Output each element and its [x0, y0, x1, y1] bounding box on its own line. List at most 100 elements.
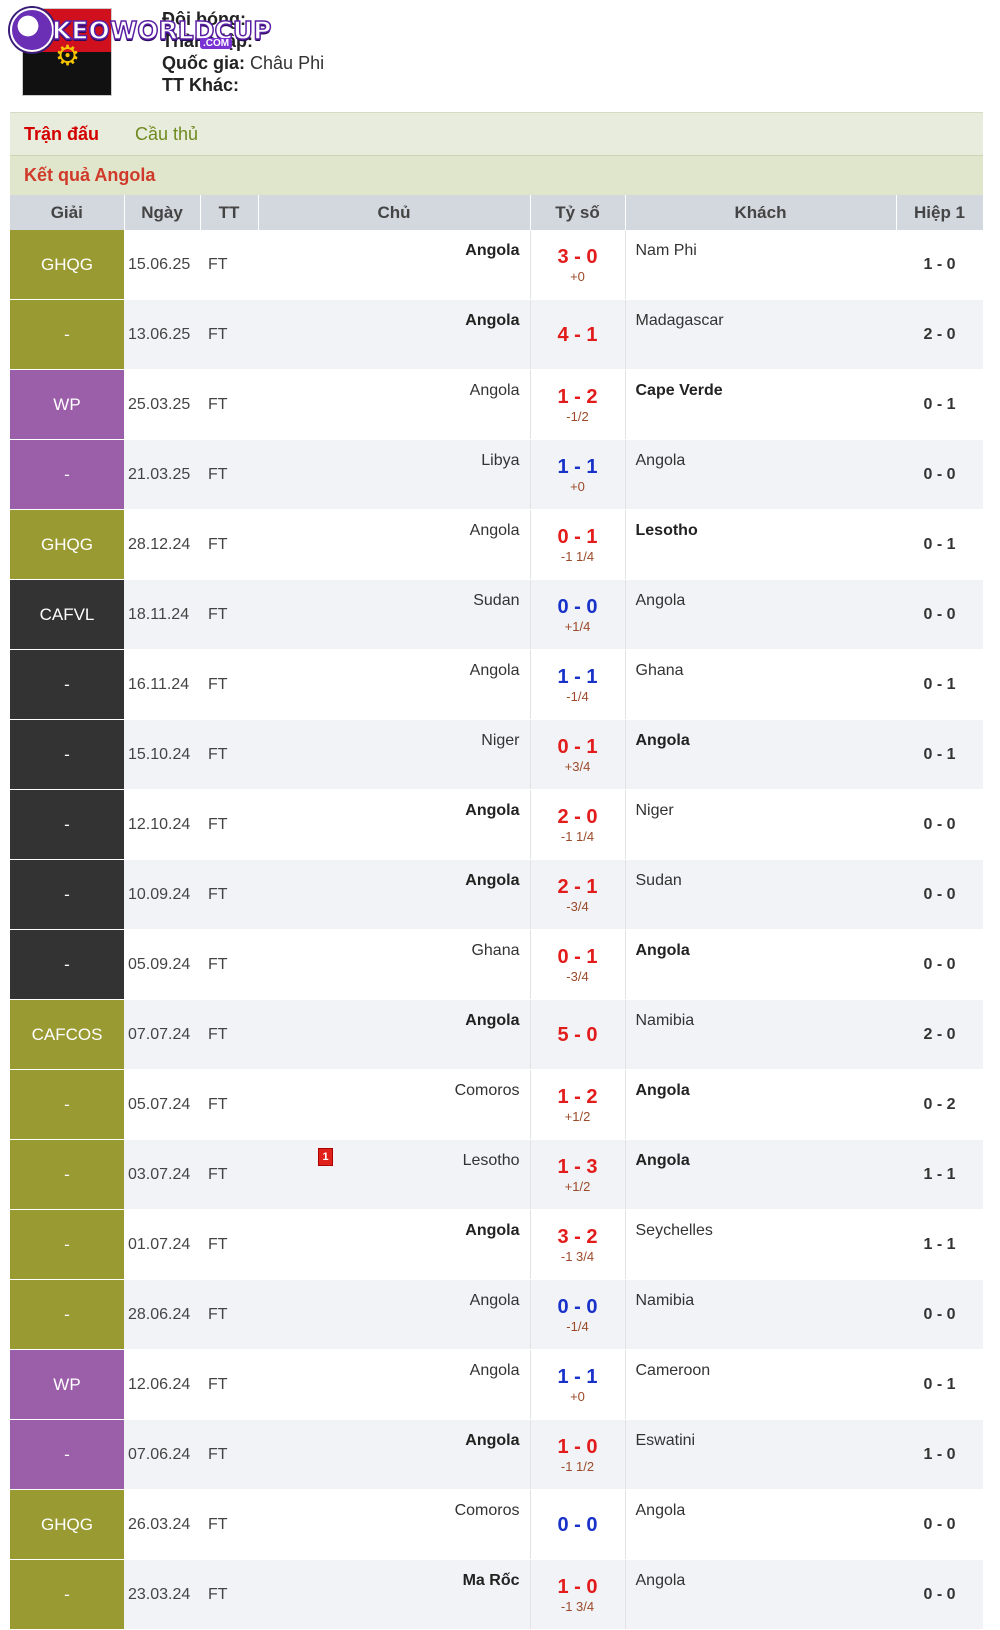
site-logo[interactable]: KEOWORLDCUP .COM: [10, 8, 272, 52]
league-cell[interactable]: -: [10, 1069, 124, 1140]
home-team-cell[interactable]: Angola: [258, 230, 530, 300]
away-team-cell[interactable]: Nam Phi: [625, 230, 896, 300]
away-team-cell[interactable]: Angola: [625, 1489, 896, 1560]
league-cell[interactable]: -: [10, 1279, 124, 1350]
table-row[interactable]: CAFCOS 07.07.24 FT Angola 5 - 0 Namibia 2 - 0: [10, 999, 983, 1070]
tab-players[interactable]: Cầu thủ: [135, 124, 198, 145]
away-team-cell[interactable]: Lesotho: [625, 509, 896, 580]
score-cell[interactable]: 3 - 2 -1 3/4: [529, 1209, 626, 1280]
home-team-cell[interactable]: Angola: [258, 789, 530, 860]
home-team-cell[interactable]: Sudan: [258, 579, 530, 650]
away-team-cell[interactable]: Angola: [625, 579, 896, 650]
score-cell[interactable]: 1 - 1 +0: [529, 439, 626, 510]
league-cell[interactable]: -: [10, 859, 124, 930]
home-team-cell[interactable]: Comoros: [258, 1069, 530, 1140]
home-team-cell[interactable]: Niger: [258, 719, 530, 790]
home-team-cell[interactable]: Angola: [258, 1209, 530, 1280]
league-cell[interactable]: GHQG: [10, 230, 124, 300]
home-team-cell[interactable]: Angola: [258, 369, 530, 440]
table-row[interactable]: -12.10.24 FT Angola 2 - 0 -1 1/4 Niger 0 - 0: [10, 789, 983, 860]
score-cell[interactable]: 1 - 0 -1 3/4: [529, 1559, 626, 1630]
home-team-cell[interactable]: Angola: [258, 859, 530, 930]
table-row[interactable]: GHQG 15.06.25 FT Angola 3 - 0 +0 Nam Phi 1 - 0: [10, 230, 983, 300]
table-row[interactable]: GHQG 28.12.24 FT Angola 0 - 1 -1 1/4 Lesotho 0 …: [10, 509, 983, 580]
score-cell[interactable]: 2 - 1 -3/4: [529, 859, 626, 930]
league-cell[interactable]: WP: [10, 369, 124, 440]
league-cell[interactable]: GHQG: [10, 1489, 124, 1560]
league-cell[interactable]: -: [10, 439, 124, 510]
table-row[interactable]: WP 12.06.24 FT Angola 1 - 1 +0 Cameroon 0 - 1: [10, 1349, 983, 1420]
home-team-cell[interactable]: Libya: [258, 439, 530, 510]
home-team-cell[interactable]: Angola: [258, 999, 530, 1070]
tab-matches[interactable]: Trận đấu: [24, 124, 99, 145]
table-row[interactable]: -01.07.24 FT Angola 3 - 2 -1 3/4 Seychelles 1 …: [10, 1209, 983, 1280]
away-team-cell[interactable]: Angola: [625, 929, 896, 1000]
table-row[interactable]: -03.07.24 FT 1 Lesotho 1 - 3 +1/2 Angola 1 - 1: [10, 1139, 983, 1210]
away-team-cell[interactable]: Namibia: [625, 999, 896, 1070]
score-cell[interactable]: 1 - 1 +0: [529, 1349, 626, 1420]
home-team-cell[interactable]: Angola: [258, 509, 530, 580]
league-cell[interactable]: WP: [10, 1349, 124, 1420]
home-team-cell[interactable]: 1 Lesotho: [258, 1139, 530, 1210]
league-cell[interactable]: -: [10, 1209, 124, 1280]
league-cell[interactable]: CAFCOS: [10, 999, 124, 1070]
score-cell[interactable]: 1 - 0 -1 1/2: [529, 1419, 626, 1490]
home-team-cell[interactable]: Angola: [258, 649, 530, 720]
away-team-cell[interactable]: Seychelles: [625, 1209, 896, 1280]
score-cell[interactable]: 1 - 2 +1/2: [529, 1069, 626, 1140]
table-row[interactable]: CAFVL 18.11.24 FT Sudan 0 - 0 +1/4 Angola 0 - 0: [10, 579, 983, 650]
away-team-cell[interactable]: Angola: [625, 439, 896, 510]
away-team-cell[interactable]: Eswatini: [625, 1419, 896, 1490]
league-cell[interactable]: -: [10, 299, 124, 370]
league-cell[interactable]: -: [10, 719, 124, 790]
league-cell[interactable]: -: [10, 1419, 124, 1490]
home-team-cell[interactable]: Angola: [258, 1349, 530, 1420]
away-team-cell[interactable]: Sudan: [625, 859, 896, 930]
table-row[interactable]: -05.07.24 FT Comoros 1 - 2 +1/2 Angola 0 - 2: [10, 1069, 983, 1140]
score-cell[interactable]: 1 - 1 -1/4: [529, 649, 626, 720]
table-row[interactable]: -23.03.24 FT Ma Rốc 1 - 0 -1 3/4 Angola 0 - 0: [10, 1559, 983, 1630]
table-row[interactable]: -10.09.24 FT Angola 2 - 1 -3/4 Sudan 0 - 0: [10, 859, 983, 930]
table-row[interactable]: WP 25.03.25 FT Angola 1 - 2 -1/2 Cape Verde 0 -…: [10, 369, 983, 440]
home-team-cell[interactable]: Comoros: [258, 1489, 530, 1560]
away-team-cell[interactable]: Ghana: [625, 649, 896, 720]
away-team-cell[interactable]: Angola: [625, 1559, 896, 1630]
score-cell[interactable]: 3 - 0 +0: [529, 230, 626, 300]
score-cell[interactable]: 2 - 0 -1 1/4: [529, 789, 626, 860]
away-team-cell[interactable]: Madagascar: [625, 299, 896, 370]
home-team-cell[interactable]: Ma Rốc: [258, 1559, 530, 1630]
score-cell[interactable]: 4 - 1: [529, 299, 626, 370]
away-team-cell[interactable]: Cameroon: [625, 1349, 896, 1420]
score-cell[interactable]: 0 - 1 -3/4: [529, 929, 626, 1000]
table-row[interactable]: -15.10.24 FT Niger 0 - 1 +3/4 Angola 0 - 1: [10, 719, 983, 790]
away-team-cell[interactable]: Angola: [625, 1139, 896, 1210]
home-team-cell[interactable]: Angola: [258, 1279, 530, 1350]
home-team-cell[interactable]: Angola: [258, 299, 530, 370]
score-cell[interactable]: 0 - 0: [529, 1489, 626, 1560]
away-team-cell[interactable]: Angola: [625, 1069, 896, 1140]
table-row[interactable]: -05.09.24 FT Ghana 0 - 1 -3/4 Angola 0 - 0: [10, 929, 983, 1000]
score-cell[interactable]: 1 - 3 +1/2: [529, 1139, 626, 1210]
table-row[interactable]: -16.11.24 FT Angola 1 - 1 -1/4 Ghana 0 - 1: [10, 649, 983, 720]
league-cell[interactable]: -: [10, 1559, 124, 1630]
score-cell[interactable]: 5 - 0: [529, 999, 626, 1070]
table-row[interactable]: -28.06.24 FT Angola 0 - 0 -1/4 Namibia 0 - 0: [10, 1279, 983, 1350]
score-cell[interactable]: 0 - 1 -1 1/4: [529, 509, 626, 580]
away-team-cell[interactable]: Niger: [625, 789, 896, 860]
home-team-cell[interactable]: Angola: [258, 1419, 530, 1490]
league-cell[interactable]: -: [10, 649, 124, 720]
score-cell[interactable]: 0 - 1 +3/4: [529, 719, 626, 790]
league-cell[interactable]: CAFVL: [10, 579, 124, 650]
home-team-cell[interactable]: Ghana: [258, 929, 530, 1000]
table-row[interactable]: -07.06.24 FT Angola 1 - 0 -1 1/2 Eswatini 1 - …: [10, 1419, 983, 1490]
table-row[interactable]: -13.06.25 FT Angola 4 - 1 Madagascar 2 - 0: [10, 299, 983, 370]
score-cell[interactable]: 0 - 0 +1/4: [529, 579, 626, 650]
league-cell[interactable]: -: [10, 1139, 124, 1210]
away-team-cell[interactable]: Namibia: [625, 1279, 896, 1350]
table-row[interactable]: -21.03.25 FT Libya 1 - 1 +0 Angola 0 - 0: [10, 439, 983, 510]
away-team-cell[interactable]: Angola: [625, 719, 896, 790]
table-row[interactable]: GHQG 26.03.24 FT Comoros 0 - 0 Angola 0 - 0: [10, 1489, 983, 1560]
away-team-cell[interactable]: Cape Verde: [625, 369, 896, 440]
league-cell[interactable]: GHQG: [10, 509, 124, 580]
score-cell[interactable]: 1 - 2 -1/2: [529, 369, 626, 440]
